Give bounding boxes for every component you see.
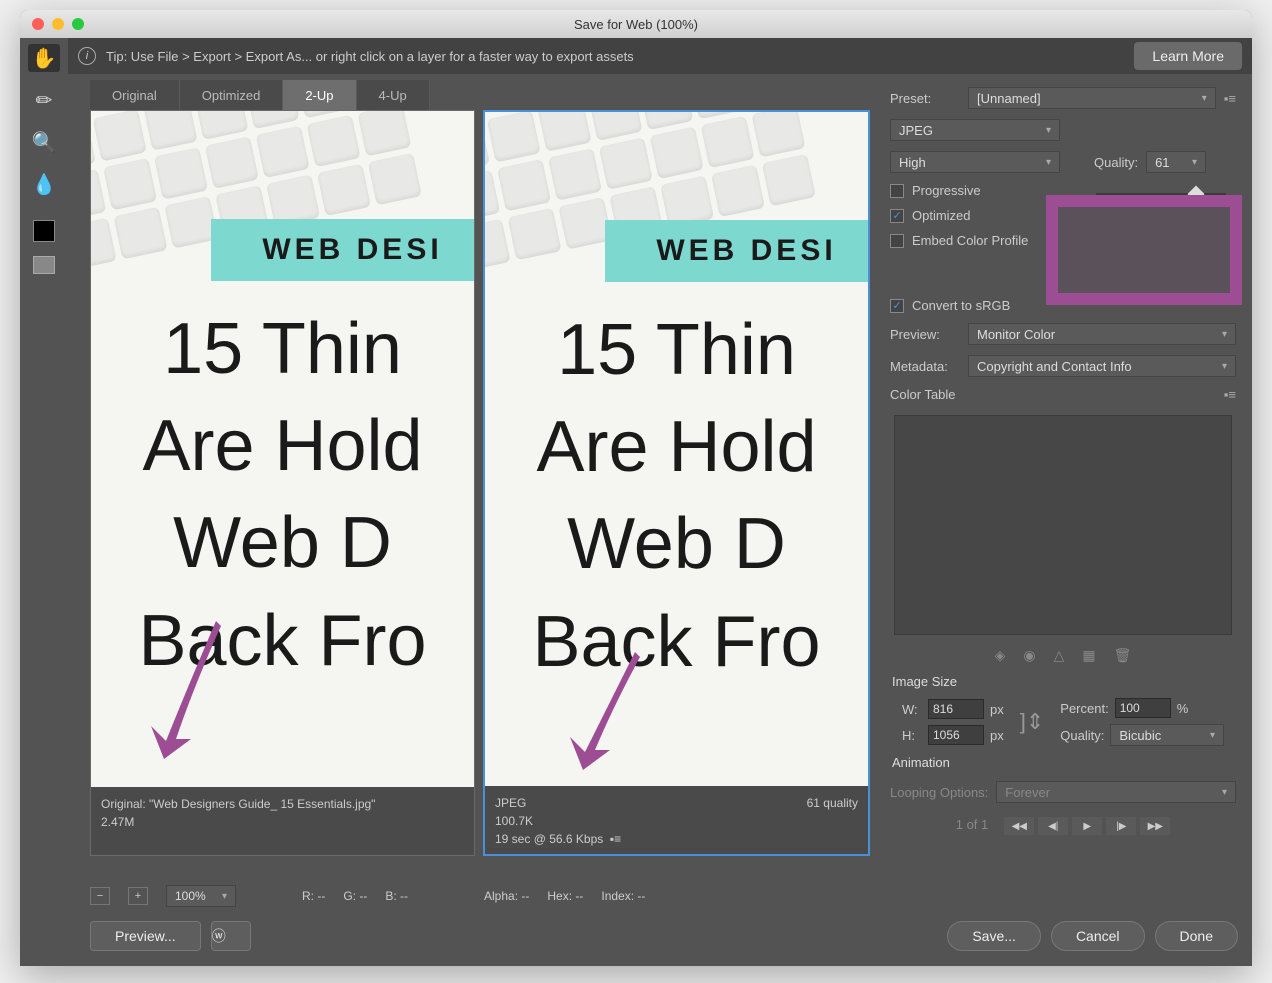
zoom-tool[interactable]: 🔍	[28, 128, 60, 156]
quality-slider[interactable]	[1096, 193, 1226, 197]
animation-label: Animation	[882, 749, 1244, 776]
annotation-arrow-left	[136, 611, 236, 771]
original-pane[interactable]: WEB DESI 15 Thin Are Hold Web D Back Fro…	[90, 110, 475, 856]
left-toolbar: ✋ ✏ 🔍 💧	[20, 38, 68, 966]
hand-tool[interactable]: ✋	[28, 44, 60, 72]
bottom-bar: Preview... ⓦ Save... Cancel Done	[90, 918, 1238, 954]
titlebar: Save for Web (100%)	[20, 10, 1252, 38]
original-info: Original: "Web Designers Guide_ 15 Essen…	[91, 787, 474, 855]
quality-input[interactable]: 61▾	[1146, 151, 1206, 173]
quality-label: Quality:	[1094, 155, 1138, 170]
tab-4up[interactable]: 4-Up	[357, 80, 430, 110]
toggle-slices-icon[interactable]	[33, 256, 55, 274]
annotation-arrow-right	[555, 642, 655, 782]
image-size-label: Image Size	[882, 668, 1244, 695]
embed-profile-checkbox[interactable]	[890, 234, 904, 248]
learn-more-button[interactable]: Learn More	[1134, 42, 1242, 70]
quality-preset-dropdown[interactable]: High▾	[890, 151, 1060, 173]
close-window-button[interactable]	[32, 18, 44, 30]
percent-input[interactable]	[1115, 698, 1171, 718]
zoom-in-button[interactable]: +	[128, 887, 148, 905]
window-title: Save for Web (100%)	[20, 17, 1252, 32]
convert-srgb-checkbox[interactable]	[890, 299, 904, 313]
preset-label: Preset:	[890, 91, 960, 106]
tab-original[interactable]: Original	[90, 80, 180, 110]
done-button[interactable]: Done	[1155, 921, 1238, 951]
anim-prev-button: ◀|	[1038, 817, 1068, 835]
slice-tool[interactable]: ✏	[28, 86, 60, 114]
ct-icon-4[interactable]: ▦	[1082, 647, 1095, 664]
anim-next-button: |▶	[1106, 817, 1136, 835]
tab-2up[interactable]: 2-Up	[283, 80, 356, 110]
color-table	[894, 415, 1232, 635]
save-for-web-dialog: Save for Web (100%) ✋ ✏ 🔍 💧 i Tip: Use F…	[20, 10, 1252, 966]
preview-button[interactable]: Preview...	[90, 921, 201, 951]
width-input[interactable]	[928, 699, 984, 719]
looping-dropdown: Forever▾	[996, 781, 1236, 803]
preset-menu-icon[interactable]: ▪≡	[1224, 91, 1236, 106]
metadata-dropdown[interactable]: Copyright and Contact Info▾	[968, 355, 1236, 377]
preview-banner: WEB DESI	[262, 233, 442, 267]
color-table-menu-icon[interactable]: ▪≡	[1224, 387, 1236, 402]
ct-icon-1[interactable]: ◈	[995, 647, 1006, 664]
eyedropper-tool[interactable]: 💧	[28, 170, 60, 198]
anim-play-button: ▶	[1072, 817, 1102, 835]
preview-panes: WEB DESI 15 Thin Are Hold Web D Back Fro…	[90, 110, 870, 856]
zoom-out-button[interactable]: −	[90, 887, 110, 905]
ct-icon-2[interactable]: ◉	[1023, 647, 1035, 664]
anim-first-button: ◀◀	[1004, 817, 1034, 835]
zoom-dropdown[interactable]: 100%▾	[166, 885, 236, 907]
foreground-swatch[interactable]	[33, 220, 55, 242]
height-input[interactable]	[928, 725, 984, 745]
tip-bar: i Tip: Use File > Export > Export As... …	[68, 38, 1252, 74]
anim-last-button: ▶▶	[1140, 817, 1170, 835]
save-button[interactable]: Save...	[947, 921, 1041, 951]
format-dropdown[interactable]: JPEG▾	[890, 119, 1060, 141]
optimized-info: JPEG61 quality 100.7K 19 sec @ 56.6 Kbps…	[485, 786, 868, 854]
trash-icon[interactable]: 🗑	[1114, 647, 1132, 664]
preview-dropdown[interactable]: Monitor Color▾	[968, 323, 1236, 345]
status-bar: − + 100%▾ R: -- G: -- B: -- Alpha: -- He…	[90, 882, 870, 910]
ct-icon-3[interactable]: △	[1054, 647, 1065, 664]
optimized-pane[interactable]: WEB DESI 15 Thin Are Hold Web D Back Fro…	[483, 110, 870, 856]
cancel-button[interactable]: Cancel	[1051, 921, 1145, 951]
browser-preview-button[interactable]: ⓦ	[211, 921, 251, 951]
minimize-window-button[interactable]	[52, 18, 64, 30]
tab-optimized[interactable]: Optimized	[180, 80, 284, 110]
progressive-checkbox[interactable]	[890, 184, 904, 198]
zoom-window-button[interactable]	[72, 18, 84, 30]
settings-panel: Preset: [Unnamed]▾ ▪≡ JPEG▾ High▾ Qualit…	[882, 82, 1244, 910]
link-icon[interactable]: ]⇕	[1020, 709, 1045, 735]
tip-text: Tip: Use File > Export > Export As... or…	[106, 49, 634, 64]
preset-dropdown[interactable]: [Unnamed]▾	[968, 87, 1216, 109]
resample-dropdown[interactable]: Bicubic▾	[1110, 724, 1224, 746]
info-icon: i	[78, 47, 96, 65]
menu-icon[interactable]: ▪≡	[610, 832, 621, 846]
optimized-checkbox[interactable]	[890, 209, 904, 223]
